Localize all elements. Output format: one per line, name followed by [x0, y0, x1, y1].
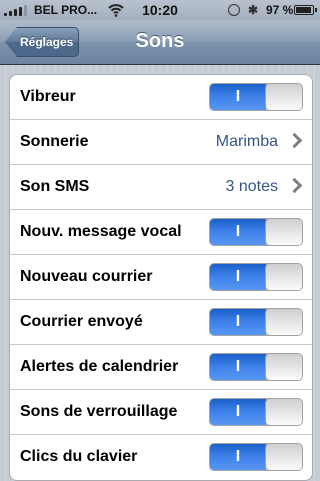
toggle-on-label: I: [210, 309, 266, 335]
toggle-knob: [265, 309, 302, 335]
clics-clavier-toggle[interactable]: I: [209, 443, 303, 471]
toggle-knob: [265, 354, 302, 380]
settings-row-sons-verrouillage: Sons de verrouillage I: [10, 390, 312, 435]
toggle-on-label: I: [210, 354, 266, 380]
toggle-on-label: I: [210, 219, 266, 245]
toggle-knob: [265, 264, 302, 290]
toggle-on-label: I: [210, 399, 266, 425]
settings-row-nouveau-courrier: Nouveau courrier I: [10, 255, 312, 300]
settings-row-courrier-envoye: Courrier envoyé I: [10, 300, 312, 345]
nouveau-courrier-toggle[interactable]: I: [209, 263, 303, 291]
row-label: Nouveau courrier: [20, 268, 153, 285]
settings-row-nouv-message-vocal: Nouv. message vocal I: [10, 210, 312, 255]
row-label: Clics du clavier: [20, 448, 138, 465]
toggle-on-label: I: [210, 444, 266, 470]
row-label: Alertes de calendrier: [20, 358, 179, 375]
vibreur-toggle[interactable]: I: [209, 83, 303, 111]
battery-percentage: 97 %: [266, 3, 294, 17]
settings-row-alertes-calendrier: Alertes de calendrier I: [10, 345, 312, 390]
chevron-right-icon: [286, 132, 303, 149]
battery-icon: [294, 5, 317, 15]
chevron-right-icon: [286, 177, 303, 194]
rotation-lock-icon: [228, 4, 240, 16]
toggle-knob: [265, 219, 302, 245]
row-label: Nouv. message vocal: [20, 223, 182, 240]
settings-row-sonnerie[interactable]: Sonnerie Marimba: [10, 120, 312, 165]
row-label: Son SMS: [20, 178, 90, 195]
settings-row-vibreur: Vibreur I: [10, 75, 312, 120]
bluetooth-icon: ✱: [248, 3, 259, 17]
settings-row-clics-clavier: Clics du clavier I: [10, 435, 312, 480]
nouv-message-vocal-toggle[interactable]: I: [209, 218, 303, 246]
row-value: 3 notes: [225, 178, 278, 195]
courrier-envoye-toggle[interactable]: I: [209, 308, 303, 336]
row-label: Vibreur: [20, 88, 76, 105]
sons-verrouillage-toggle[interactable]: I: [209, 398, 303, 426]
battery-level: [296, 7, 311, 13]
alertes-calendrier-toggle[interactable]: I: [209, 353, 303, 381]
page-title: Sons: [135, 30, 185, 52]
toggle-knob: [265, 399, 302, 425]
toggle-knob: [265, 84, 302, 110]
row-label: Sons de verrouillage: [20, 403, 178, 420]
row-value: Marimba: [215, 133, 278, 150]
navigation-bar: Réglages Sons: [0, 20, 320, 65]
toggle-knob: [265, 444, 302, 470]
status-bar: BEL PRO... 10:20 ✱ 97 %: [0, 0, 320, 20]
toggle-on-label: I: [210, 264, 266, 290]
row-label: Courrier envoyé: [20, 313, 143, 330]
settings-row-son-sms[interactable]: Son SMS 3 notes: [10, 165, 312, 210]
row-label: Sonnerie: [20, 133, 89, 150]
settings-group: Vibreur I Sonnerie Marimba Son SMS 3 not…: [9, 74, 313, 481]
toggle-on-label: I: [210, 84, 266, 110]
